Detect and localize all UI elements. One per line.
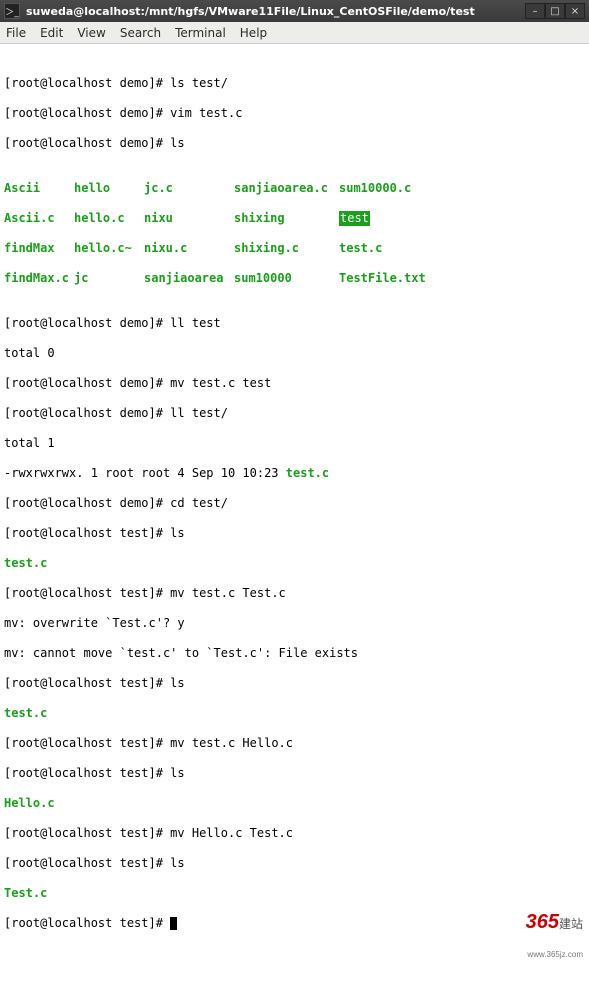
prompt: [root@localhost demo]# (4, 406, 170, 420)
file: test.c (4, 556, 47, 570)
file: test.c (339, 241, 382, 256)
file: test.c (286, 466, 329, 480)
terminal-body[interactable]: [root@localhost demo]# ls test/ [root@lo… (0, 44, 589, 993)
watermark-sub: www.365jz.com (514, 947, 583, 962)
file-exec: shixing (234, 211, 339, 226)
menu-view[interactable]: View (77, 26, 105, 40)
prompt: [root@localhost test]# (4, 676, 170, 690)
file: Hello.c (4, 796, 55, 810)
file: sum10000.c (339, 181, 411, 196)
file-exec: nixu (144, 211, 234, 226)
file: nixu.c (144, 241, 234, 256)
terminal-icon: ＞_ (4, 3, 20, 19)
output: -rwxrwxrwx. 1 root root 4 Sep 10 10:23 (4, 466, 286, 480)
prompt: [root@localhost test]# (4, 586, 170, 600)
prompt: [root@localhost demo]# (4, 496, 170, 510)
prompt: [root@localhost demo]# (4, 316, 170, 330)
file: test.c (4, 706, 47, 720)
command: ll test (170, 316, 221, 330)
file: TestFile.txt (339, 271, 426, 286)
command: cd test/ (170, 496, 228, 510)
file: shixing.c (234, 241, 339, 256)
file-exec: Ascii (4, 181, 74, 196)
menubar: File Edit View Search Terminal Help (0, 22, 589, 44)
prompt: [root@localhost test]# (4, 826, 170, 840)
close-button[interactable]: × (565, 3, 585, 19)
output: total 0 (4, 346, 585, 361)
window-title: suweda@localhost:/mnt/hgfs/VMware11File/… (26, 5, 525, 18)
file: jc.c (144, 181, 234, 196)
ls-row: findMax.c jc sanjiaoarea sum10000 TestFi… (4, 271, 585, 286)
file: sanjiaoarea.c (234, 181, 339, 196)
command: ls (170, 526, 184, 540)
file-exec: jc (74, 271, 144, 286)
output: mv: overwrite `Test.c'? y (4, 616, 585, 631)
file: hello.c (74, 211, 144, 226)
prompt: [root@localhost test]# (4, 526, 170, 540)
prompt: [root@localhost test]# (4, 856, 170, 870)
command: mv Hello.c Test.c (170, 826, 293, 840)
command: ls (170, 136, 184, 150)
maximize-button[interactable]: □ (545, 3, 565, 19)
file-exec: sanjiaoarea (144, 271, 234, 286)
file-exec: findMax (4, 241, 74, 256)
menu-help[interactable]: Help (240, 26, 267, 40)
dir-highlight: test (339, 211, 370, 226)
file-exec: sum10000 (234, 271, 339, 286)
cursor-icon (170, 917, 177, 930)
menu-file[interactable]: File (6, 26, 26, 40)
file: hello.c~ (74, 241, 144, 256)
file: findMax.c (4, 271, 74, 286)
prompt: [root@localhost demo]# (4, 376, 170, 390)
command: mv test.c Test.c (170, 586, 286, 600)
command: ls (170, 766, 184, 780)
command: ls (170, 676, 184, 690)
menu-search[interactable]: Search (120, 26, 161, 40)
prompt: [root@localhost test]# (4, 736, 170, 750)
output: mv: cannot move `test.c' to `Test.c': Fi… (4, 646, 585, 661)
command: mv test.c test (170, 376, 271, 390)
command: ll test/ (170, 406, 228, 420)
titlebar: ＞_ suweda@localhost:/mnt/hgfs/VMware11Fi… (0, 0, 589, 22)
prompt: [root@localhost test]# (4, 766, 170, 780)
file: Ascii.c (4, 211, 74, 226)
ls-row: findMax hello.c~ nixu.c shixing.c test.c (4, 241, 585, 256)
command: mv test.c Hello.c (170, 736, 293, 750)
command: ls test/ (170, 76, 228, 90)
prompt: [root@localhost demo]# (4, 136, 170, 150)
file-exec: hello (74, 181, 144, 196)
prompt: [root@localhost demo]# (4, 106, 170, 120)
window-controls: – □ × (525, 3, 585, 19)
ls-row: Ascii hello jc.c sanjiaoarea.c sum10000.… (4, 181, 585, 196)
prompt: [root@localhost demo]# (4, 76, 170, 90)
file: Test.c (4, 886, 47, 900)
watermark: 365建站 www.365jz.com (514, 900, 583, 977)
minimize-button[interactable]: – (525, 3, 545, 19)
ls-row: Ascii.c hello.c nixu shixing test (4, 211, 585, 226)
output: total 1 (4, 436, 585, 451)
menu-edit[interactable]: Edit (40, 26, 63, 40)
menu-terminal[interactable]: Terminal (175, 26, 226, 40)
command: vim test.c (170, 106, 242, 120)
prompt: [root@localhost test]# (4, 916, 170, 930)
command: ls (170, 856, 184, 870)
